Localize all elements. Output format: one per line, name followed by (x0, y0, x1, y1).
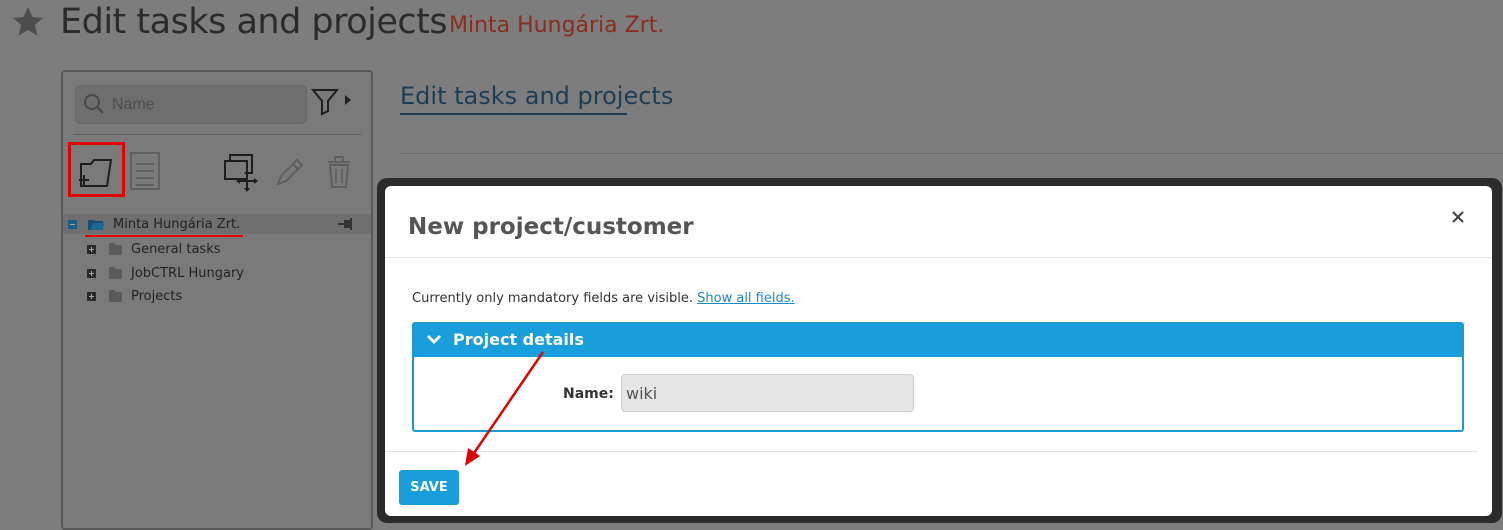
project-details-section: Project details Name: (412, 322, 1464, 432)
folder-icon (109, 243, 122, 255)
tree-row-root[interactable]: Minta Hungária Zrt. (63, 214, 371, 234)
folder-icon (109, 290, 122, 302)
tree-node-jobctrl-hungary[interactable]: JobCTRL Hungary (131, 266, 244, 281)
search-icon (84, 94, 104, 114)
edit-pencil-icon[interactable] (273, 154, 305, 190)
new-task-icon[interactable] (125, 150, 163, 192)
tree-node-general-tasks[interactable]: General tasks (131, 242, 221, 257)
info-text: Currently only mandatory fields are visi… (412, 291, 693, 306)
page-title: Edit tasks and projects (60, 2, 448, 42)
tab-edit-tasks[interactable]: Edit tasks and projects (400, 82, 673, 110)
tree-node-projects[interactable]: Projects (131, 289, 182, 304)
delete-trash-icon[interactable] (325, 154, 353, 190)
tree-row-child[interactable]: JobCTRL Hungary (63, 264, 363, 284)
info-line: Currently only mandatory fields are visi… (412, 291, 795, 306)
modal-title: New project/customer (408, 214, 694, 240)
show-all-fields-link[interactable]: Show all fields. (697, 291, 795, 306)
tab-underline (400, 113, 627, 115)
name-label: Name: (563, 386, 614, 402)
search-input[interactable] (110, 93, 299, 117)
tree-node-root[interactable]: Minta Hungária Zrt. (113, 217, 240, 232)
expand-icon[interactable] (87, 245, 96, 254)
panel-divider (73, 134, 361, 135)
pin-icon[interactable] (337, 218, 355, 230)
folder-icon (109, 267, 122, 279)
footer-divider (385, 451, 1478, 452)
open-folder-icon (88, 220, 105, 230)
move-copy-icon[interactable] (221, 152, 261, 192)
section-title: Project details (453, 330, 584, 349)
content-divider (400, 153, 1503, 154)
expand-icon[interactable] (87, 292, 96, 301)
annotation-underline (85, 235, 243, 237)
favorite-star-icon[interactable] (10, 4, 46, 40)
filter-icon[interactable] (310, 86, 354, 116)
new-project-dialog: New project/customer Currently only mand… (385, 186, 1492, 516)
name-field[interactable] (621, 374, 914, 412)
close-icon[interactable] (1447, 206, 1469, 228)
chevron-down-icon[interactable] (426, 334, 442, 346)
save-button[interactable]: SAVE (399, 470, 459, 505)
annotation-highlight-box (68, 142, 125, 197)
company-name: Minta Hungária Zrt. (449, 13, 665, 38)
modal-divider (385, 257, 1492, 258)
collapse-icon[interactable] (68, 220, 77, 229)
tree-row-child[interactable]: General tasks (63, 240, 363, 260)
tree-panel: Minta Hungária Zrt. General tasks JobCTR… (61, 70, 373, 530)
expand-icon[interactable] (87, 269, 96, 278)
search-box[interactable] (75, 85, 307, 124)
section-header[interactable]: Project details (414, 324, 1462, 357)
tree-row-child[interactable]: Projects (63, 287, 363, 307)
